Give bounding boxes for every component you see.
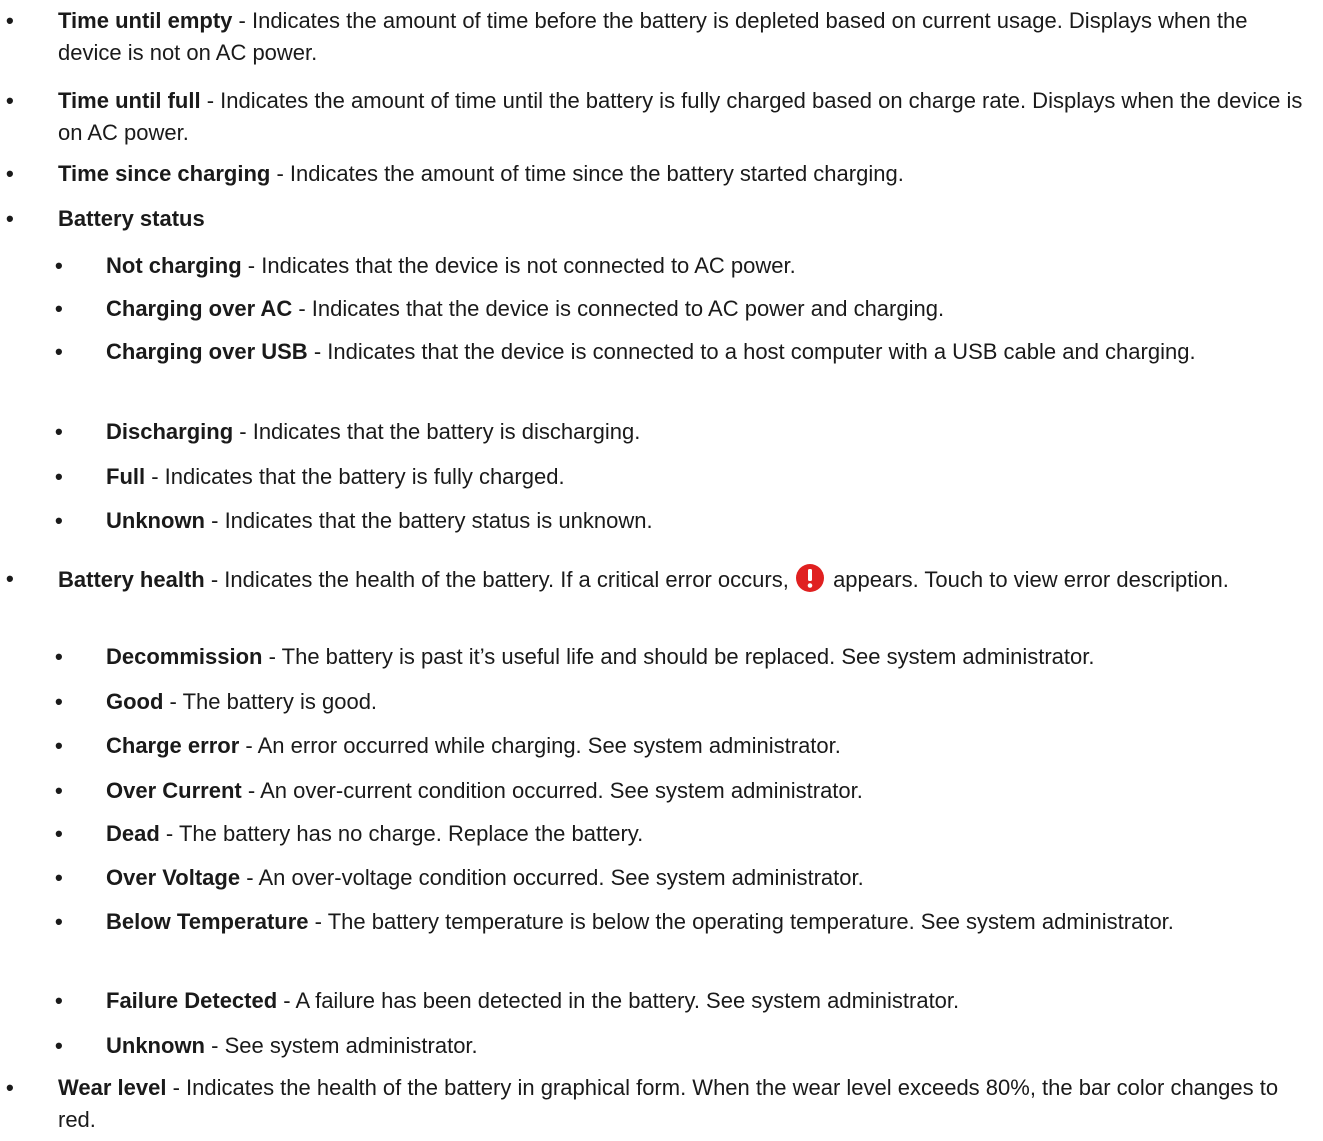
bullet: • xyxy=(55,253,63,278)
bullet: • xyxy=(6,8,14,33)
term: Failure Detected xyxy=(106,988,278,1013)
description: Indicates that the device is connected t… xyxy=(327,339,1196,364)
term: Dead xyxy=(106,821,160,846)
description: Indicates the amount of time since the b… xyxy=(289,161,904,186)
sub-item-charge-error: • Charge error - An error occurred while… xyxy=(55,730,1311,762)
term: Below Temperature xyxy=(106,909,309,934)
term: Good xyxy=(106,689,164,714)
sub-item-full: • Full - Indicates that the battery is f… xyxy=(55,461,1311,493)
description: The battery is good. xyxy=(182,689,378,714)
sub-item-dead: • Dead - The battery has no charge. Repl… xyxy=(55,818,1311,850)
bullet: • xyxy=(55,296,63,321)
bullet: • xyxy=(55,508,63,533)
term: Time until empty xyxy=(58,8,233,33)
sub-item-not-charging: • Not charging - Indicates that the devi… xyxy=(55,250,1311,282)
sub-item-good: • Good - The battery is good. xyxy=(55,686,1311,718)
bullet: • xyxy=(55,821,63,846)
term: Time until full xyxy=(58,88,201,113)
description: The battery is past it’s useful life and… xyxy=(281,644,1095,669)
term: Unknown xyxy=(106,508,205,533)
term: Battery status xyxy=(58,206,205,231)
description: Indicates that the device is connected t… xyxy=(311,296,945,321)
bullet: • xyxy=(55,689,63,714)
bullet: • xyxy=(6,88,14,113)
description: An error occurred while charging. See sy… xyxy=(257,733,841,758)
sub-item-charging-over-ac: • Charging over AC - Indicates that the … xyxy=(55,293,1311,325)
sub-item-status-unknown: • Unknown - Indicates that the battery s… xyxy=(55,505,1311,537)
term: Not charging xyxy=(106,253,242,278)
description: Indicates the amount of time until the b… xyxy=(58,88,1303,145)
term: Full xyxy=(106,464,146,489)
bullet: • xyxy=(55,419,63,444)
list-item-time-since-charging: • Time since charging - Indicates the am… xyxy=(6,158,1303,190)
term: Decommission xyxy=(106,644,263,669)
term: Battery health xyxy=(58,567,205,592)
description: See system administrator. xyxy=(224,1033,478,1058)
bullet: • xyxy=(55,909,63,934)
sub-item-discharging: • Discharging - Indicates that the batte… xyxy=(55,416,1311,448)
critical-error-icon[interactable] xyxy=(795,563,825,593)
sub-item-failure-detected: • Failure Detected - A failure has been … xyxy=(55,985,1311,1017)
sub-item-below-temperature: • Below Temperature - The battery temper… xyxy=(55,906,1311,938)
sub-item-over-current: • Over Current - An over-current conditi… xyxy=(55,775,1311,807)
description: Indicates that the battery status is unk… xyxy=(224,508,653,533)
list-item-battery-status: • Battery status xyxy=(6,203,1303,235)
term: Unknown xyxy=(106,1033,205,1058)
bullet: • xyxy=(55,644,63,669)
term: Discharging xyxy=(106,419,234,444)
list-item-battery-health: • Battery health - Indicates the health … xyxy=(6,563,1303,596)
description: An over-voltage condition occurred. See … xyxy=(258,865,864,890)
description: A failure has been detected in the batte… xyxy=(295,988,960,1013)
bullet: • xyxy=(55,1033,63,1058)
sub-item-over-voltage: • Over Voltage - An over-voltage conditi… xyxy=(55,862,1311,894)
bullet: • xyxy=(6,566,14,591)
term: Charging over USB xyxy=(106,339,308,364)
description: Indicates that the battery is dischargin… xyxy=(252,419,641,444)
description: The battery has no charge. Replace the b… xyxy=(178,821,644,846)
term: Over Voltage xyxy=(106,865,241,890)
list-item-time-until-empty: • Time until empty - Indicates the amoun… xyxy=(6,5,1303,69)
description: Indicates that the battery is fully char… xyxy=(164,464,565,489)
description-continued: appears. Touch to view error description… xyxy=(833,567,1229,592)
term: Charge error xyxy=(106,733,240,758)
bullet: • xyxy=(55,339,63,364)
bullet: • xyxy=(6,161,14,186)
bullet: • xyxy=(55,464,63,489)
term: Charging over AC xyxy=(106,296,293,321)
document-page: • Time until empty - Indicates the amoun… xyxy=(0,0,1323,1141)
sub-item-health-unknown: • Unknown - See system administrator. xyxy=(55,1030,1311,1062)
bullet: • xyxy=(55,733,63,758)
term: Over Current xyxy=(106,778,242,803)
description: Indicates that the device is not connect… xyxy=(261,253,796,278)
description: Indicates the health of the battery in g… xyxy=(58,1075,1279,1132)
sub-item-charging-over-usb: • Charging over USB - Indicates that the… xyxy=(55,336,1311,368)
bullet: • xyxy=(55,778,63,803)
description: Indicates the health of the battery. If … xyxy=(224,567,789,592)
bullet: • xyxy=(55,988,63,1013)
bullet: • xyxy=(6,1075,14,1100)
description: An over-current condition occurred. See … xyxy=(260,778,863,803)
list-item-time-until-full: • Time until full - Indicates the amount… xyxy=(6,85,1303,149)
description: The battery temperature is below the ope… xyxy=(327,909,1174,934)
list-item-wear-level: • Wear level - Indicates the health of t… xyxy=(6,1072,1303,1136)
term: Wear level xyxy=(58,1075,167,1100)
bullet: • xyxy=(55,865,63,890)
sub-item-decommission: • Decommission - The battery is past it’… xyxy=(55,641,1311,673)
bullet: • xyxy=(6,206,14,231)
term: Time since charging xyxy=(58,161,271,186)
